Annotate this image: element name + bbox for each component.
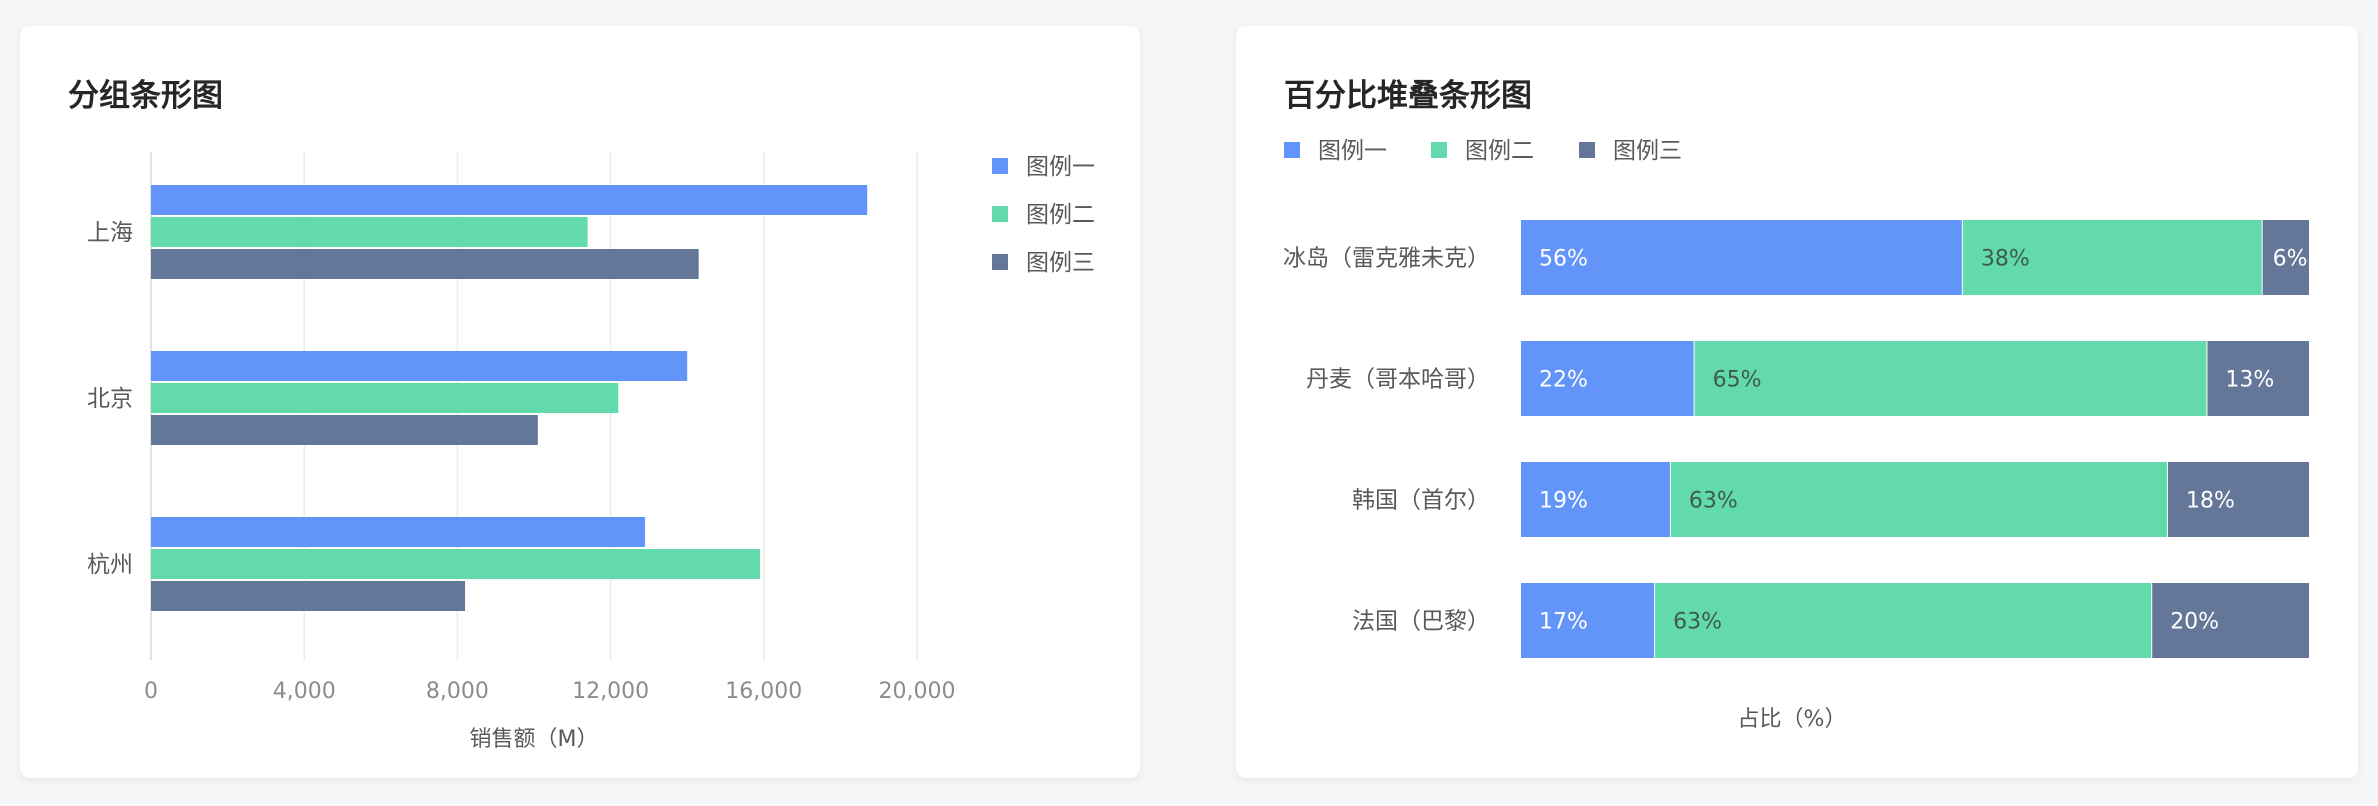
stacked-bar-chart: 图例一 图例二 图例三 56% 38% 6% 冰岛（雷克雅未克） 22% 65% 13% 丹麦（哥本… — [1283, 138, 2311, 732]
stack-segment — [1670, 462, 2168, 537]
data-label: 6% — [2273, 247, 2308, 272]
bar — [151, 415, 538, 445]
x-tick-label: 16,000 — [725, 679, 802, 704]
legend-marker — [1579, 142, 1595, 158]
category-label: 北京 — [87, 386, 133, 412]
data-label: 63% — [1689, 489, 1738, 514]
grouped-bar-chart: 0 4,000 8,000 12,000 16,000 20,000 销售额（M） 上海北京杭… — [87, 152, 1095, 752]
segment-divider — [2309, 583, 2311, 658]
category-label: 丹麦（哥本哈哥） — [1306, 367, 1490, 393]
category-label: 杭州 — [87, 552, 133, 578]
x-tick-label: 8,000 — [426, 679, 489, 704]
x-tick-label: 20,000 — [879, 679, 956, 704]
bar — [151, 249, 699, 279]
x-axis-title: 销售额（M） — [470, 727, 599, 752]
legend-label: 图例三 — [1613, 138, 1682, 164]
legend-marker — [1431, 142, 1447, 158]
legend-marker — [1284, 142, 1300, 158]
stack-segment — [1655, 583, 2153, 658]
segment-divider — [2309, 462, 2311, 537]
legend-marker — [992, 158, 1008, 174]
data-label: 63% — [1673, 610, 1722, 635]
legend-marker — [992, 254, 1008, 270]
segment-divider — [2309, 220, 2311, 295]
bar — [151, 217, 588, 247]
stack-segment — [1694, 341, 2208, 416]
category-label: 法国（巴黎） — [1352, 609, 1490, 635]
stacked-bar-card: 百分比堆叠条形图 图例一 图例二 图例三 56% 38% 6% 冰岛（雷克雅未克） 22% 65… — [1236, 26, 2358, 778]
legend-label: 图例一 — [1318, 138, 1387, 164]
legend-label: 图例一 — [1026, 154, 1095, 180]
x-tick-label: 0 — [144, 679, 158, 704]
legend-label: 图例三 — [1026, 250, 1095, 276]
data-label: 18% — [2186, 489, 2235, 514]
bar — [151, 517, 646, 547]
bar — [151, 351, 688, 381]
x-axis-title: 占比（%） — [1738, 707, 1847, 732]
category-label: 上海 — [87, 220, 133, 246]
x-tick-label: 12,000 — [572, 679, 649, 704]
category-label: 韩国（首尔） — [1352, 488, 1490, 514]
data-label: 22% — [1539, 368, 1588, 393]
data-label: 56% — [1539, 247, 1588, 272]
legend-label: 图例二 — [1465, 138, 1534, 164]
bar — [151, 549, 760, 579]
data-label: 13% — [2225, 368, 2274, 393]
data-label: 20% — [2170, 610, 2219, 635]
data-label: 65% — [1713, 368, 1762, 393]
bar — [151, 581, 466, 611]
bar — [151, 185, 868, 215]
legend-label: 图例二 — [1026, 202, 1095, 228]
legend-marker — [992, 206, 1008, 222]
segment-divider — [2309, 341, 2311, 416]
category-label: 冰岛（雷克雅未克） — [1283, 246, 1490, 272]
data-label: 17% — [1539, 610, 1588, 635]
bar — [151, 383, 619, 413]
x-tick-label: 4,000 — [273, 679, 336, 704]
grouped-bar-card: 分组条形图 0 4,000 8,000 12,000 16,000 20,000 销售额（M… — [20, 26, 1140, 778]
data-label: 19% — [1539, 489, 1588, 514]
data-label: 38% — [1981, 247, 2030, 272]
